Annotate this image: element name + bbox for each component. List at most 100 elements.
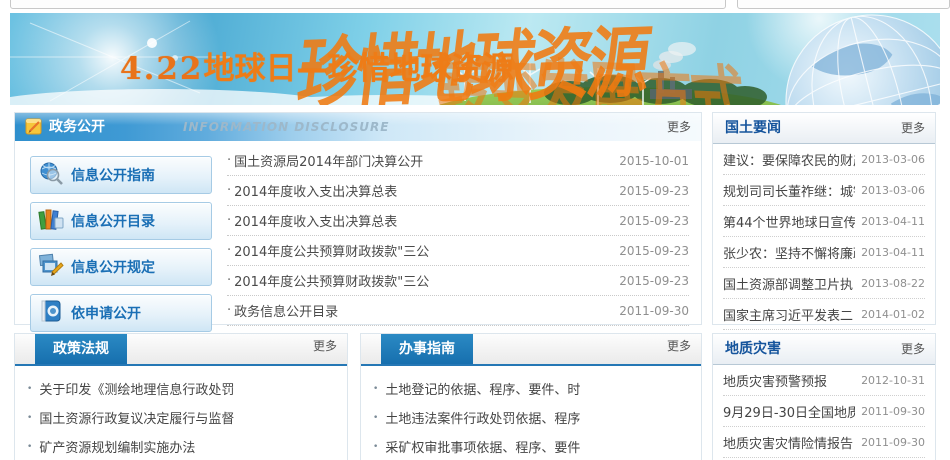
news-link[interactable]: 张少农：坚持不懈将廉政 bbox=[723, 243, 855, 262]
news-date: 2012-10-31 bbox=[861, 374, 925, 387]
bullet: · bbox=[227, 153, 231, 168]
list-item: • 矿产资源规划编制实施办法 bbox=[27, 432, 335, 460]
news-item: 第44个世界地球日宣传 2013-04-11 bbox=[723, 206, 925, 237]
policy-regulations-panel: 政策法规 更多 •关于印发《测绘地理信息行政处罚 •国土资源行政复议决定履行与监… bbox=[14, 333, 348, 460]
list-item: •关于印发《测绘地理信息行政处罚 bbox=[27, 374, 335, 403]
news-date: 2011-09-30 bbox=[619, 304, 689, 318]
more-link[interactable]: 更多 bbox=[901, 113, 925, 143]
bullet: • bbox=[373, 413, 378, 423]
page: 转变发展方式 珍惜地球资源 4.22地球日—珍惜地球资源 政务公开 INFORM… bbox=[0, 0, 950, 460]
more-link[interactable]: 更多 bbox=[313, 337, 337, 354]
news-link[interactable]: 2014年度公共预算财政拨款"三公 bbox=[234, 241, 611, 260]
disaster-list: 地质灾害预警预报 2012-10-31 9月29日-30日全国地质 2011-09-… bbox=[713, 365, 935, 458]
more-link[interactable]: 更多 bbox=[667, 337, 691, 354]
news-link[interactable]: 2014年度公共预算财政拨款"三公 bbox=[234, 271, 611, 290]
news-item: ·2014年度收入支出决算总表2015-09-23 bbox=[227, 176, 689, 206]
policy-tab[interactable]: 政策法规 bbox=[35, 334, 127, 364]
news-link[interactable]: 地质灾害预警预报 bbox=[723, 371, 855, 390]
info-rules-button[interactable]: 信息公开规定 bbox=[30, 248, 212, 286]
item-link[interactable]: 关于印发《测绘地理信息行政处罚 bbox=[39, 379, 234, 398]
bullet: · bbox=[227, 273, 231, 288]
news-date: 2013-04-11 bbox=[861, 215, 925, 228]
item-link[interactable]: 国土资源行政复议决定履行与监督 bbox=[39, 408, 234, 427]
item-link[interactable]: 土地违法案件行政处罚依据、程序 bbox=[385, 408, 580, 427]
news-link[interactable]: 国土资源部调整卫片执 bbox=[723, 274, 855, 293]
news-link[interactable]: 2014年度收入支出决算总表 bbox=[234, 211, 611, 230]
news-date: 2013-03-06 bbox=[861, 153, 925, 166]
info-guide-button[interactable]: 信息公开指南 bbox=[30, 156, 212, 194]
disaster-header: 地质灾害 更多 bbox=[713, 334, 935, 365]
bullet: • bbox=[373, 442, 378, 452]
news-date: 2015-09-23 bbox=[619, 274, 689, 288]
guide-header: 办事指南 更多 bbox=[361, 334, 701, 366]
panel-title: 政务公开 bbox=[49, 113, 105, 141]
button-label: 信息公开指南 bbox=[71, 165, 155, 185]
banner-date: 4.22 bbox=[120, 51, 204, 87]
news-link[interactable]: 2014年度收入支出决算总表 bbox=[234, 181, 611, 200]
news-item: 9月29日-30日全国地质 2011-09-30 bbox=[723, 396, 925, 427]
more-link[interactable]: 更多 bbox=[667, 113, 691, 141]
news-date: 2014-01-02 bbox=[861, 308, 925, 321]
news-item: 地质灾害预警预报 2012-10-31 bbox=[723, 365, 925, 396]
books-icon bbox=[31, 206, 71, 236]
guide-tab[interactable]: 办事指南 bbox=[381, 334, 473, 364]
news-date: 2015-10-01 bbox=[619, 154, 689, 168]
news-date: 2015-09-23 bbox=[619, 184, 689, 198]
news-link[interactable]: 国土资源局2014年部门决算公开 bbox=[234, 151, 611, 170]
information-disclosure-panel: 政务公开 INFORMATION DISCLOSURE 更多 信息公开指南 信息… bbox=[14, 112, 702, 325]
news-link[interactable]: 地质灾害灾情险情报告 bbox=[723, 433, 855, 452]
news-item: ·国土资源局2014年部门决算公开 2015-10-01 bbox=[227, 146, 689, 176]
top-left-box bbox=[10, 0, 726, 9]
land-news-list: 建议：要保障农民的财产 2013-03-06 规划司司长董祚继：城镇 2013-03… bbox=[713, 144, 935, 330]
news-link[interactable]: 9月29日-30日全国地质 bbox=[723, 402, 855, 421]
news-link[interactable]: 第44个世界地球日宣传 bbox=[723, 212, 855, 231]
news-item: 国家主席习近平发表二 2014-01-02 bbox=[723, 299, 925, 330]
information-disclosure-header: 政务公开 INFORMATION DISCLOSURE 更多 bbox=[15, 113, 701, 141]
news-item: ·2014年度公共预算财政拨款"三公2015-09-23 bbox=[227, 236, 689, 266]
earth-globe bbox=[768, 13, 940, 105]
news-link[interactable]: 建议：要保障农民的财产 bbox=[723, 150, 855, 169]
news-date: 2013-04-11 bbox=[861, 246, 925, 259]
info-catalog-button[interactable]: 信息公开目录 bbox=[30, 202, 212, 240]
list-item: • 国土资源行政复议决定履行与监督 bbox=[27, 403, 335, 432]
bullet: • bbox=[27, 442, 32, 452]
button-label: 信息公开规定 bbox=[71, 257, 155, 277]
panel-title: 地质灾害 bbox=[725, 334, 781, 364]
top-right-box bbox=[737, 0, 950, 9]
bullet: · bbox=[227, 213, 231, 228]
item-link[interactable]: 采矿权审批事项依据、程序、要件 bbox=[385, 437, 580, 456]
news-date: 2013-03-06 bbox=[861, 184, 925, 197]
disclosure-news-list: ·国土资源局2014年部门决算公开2015-10-01 ·2014年度收入支出决… bbox=[227, 146, 689, 326]
news-date: 2011-09-30 bbox=[861, 405, 925, 418]
list-item: • 采矿权审批事项依据、程序、要件 bbox=[373, 432, 689, 460]
globe-search-icon bbox=[31, 160, 71, 190]
button-label: 信息公开目录 bbox=[71, 211, 155, 231]
list-item: • 土地登记的依据、程序、要件、时 bbox=[373, 374, 689, 403]
news-item: 规划司司长董祚继：城镇 2013-03-06 bbox=[723, 175, 925, 206]
policy-header: 政策法规 更多 bbox=[15, 334, 347, 366]
news-item: 张少农：坚持不懈将廉政 2013-04-11 bbox=[723, 237, 925, 268]
news-item: 国土资源部调整卫片执2013-08-22 bbox=[723, 268, 925, 299]
news-item: ·2014年度公共预算财政拨款"三公 2015-09-23 bbox=[227, 266, 689, 296]
item-link[interactable]: 矿产资源规划编制实施办法 bbox=[39, 437, 195, 456]
banner-slogan: 地球日—珍惜地球资源 bbox=[204, 51, 514, 87]
policy-list: •关于印发《测绘地理信息行政处罚 • 国土资源行政复议决定履行与监督 • 矿产资源规… bbox=[15, 366, 347, 460]
bullet: • bbox=[373, 384, 378, 394]
item-link[interactable]: 土地登记的依据、程序、要件、时 bbox=[385, 379, 580, 398]
bullet: • bbox=[27, 413, 32, 423]
button-label: 依申请公开 bbox=[71, 303, 141, 323]
more-link[interactable]: 更多 bbox=[901, 334, 925, 364]
apply-disclosure-button[interactable]: 依申请公开 bbox=[30, 294, 212, 332]
bullet: · bbox=[227, 243, 231, 258]
note-pencil-icon bbox=[25, 117, 44, 145]
news-link[interactable]: 国家主席习近平发表二 bbox=[723, 305, 855, 324]
list-item: • 土地违法案件行政处罚依据、程序 bbox=[373, 403, 689, 432]
documents-pen-icon bbox=[31, 252, 71, 282]
news-date: 2015-09-23 bbox=[619, 214, 689, 228]
news-date: 2011-09-30 bbox=[861, 436, 925, 449]
news-item: ·政务信息公开目录2011-09-30 bbox=[227, 296, 689, 326]
panel-title: 国土要闻 bbox=[725, 113, 781, 143]
banner-title: 4.22地球日—珍惜地球资源 bbox=[120, 43, 514, 88]
news-link[interactable]: 规划司司长董祚继：城镇 bbox=[723, 181, 855, 200]
news-link[interactable]: 政务信息公开目录 bbox=[234, 301, 611, 320]
